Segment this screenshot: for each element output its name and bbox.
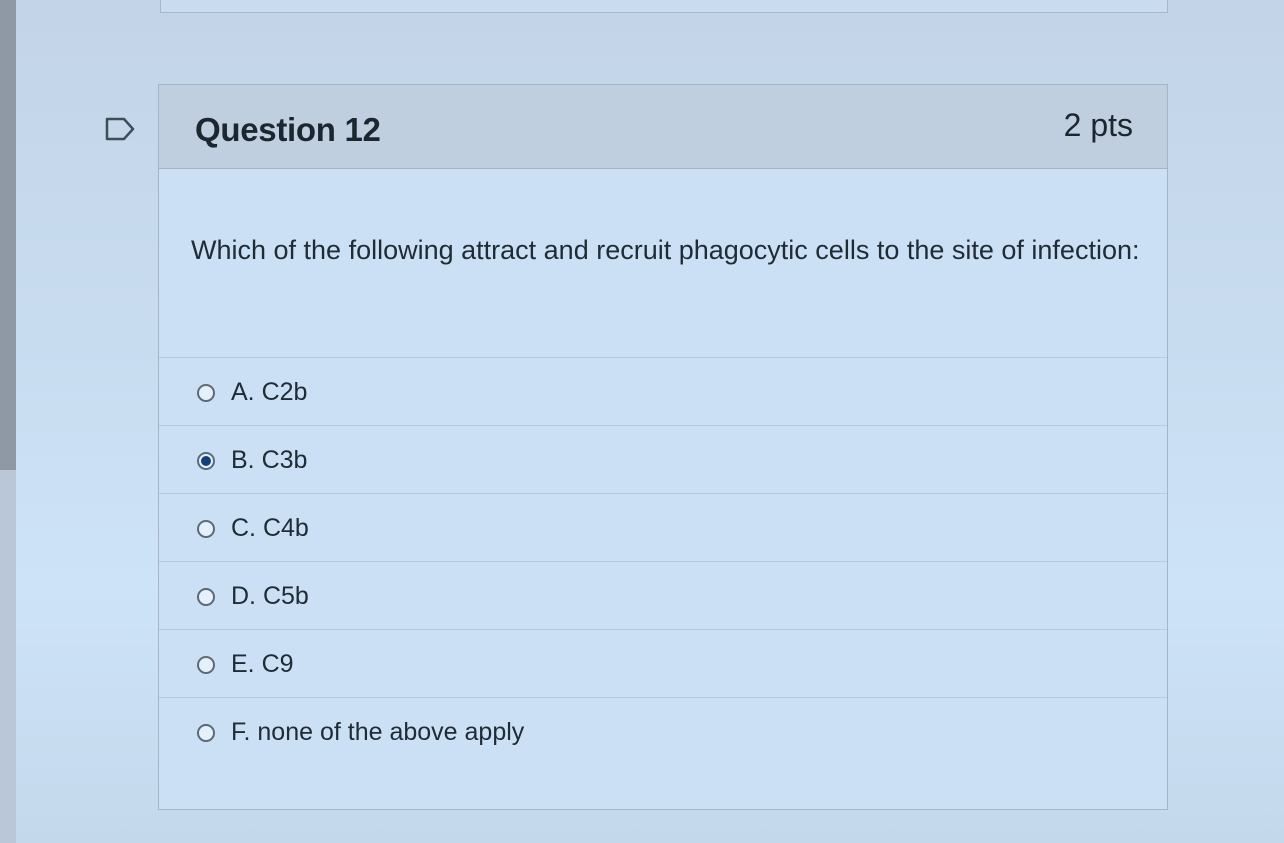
answer-option-f[interactable]: F. none of the above apply — [159, 697, 1167, 765]
answer-label[interactable]: F. none of the above apply — [231, 718, 524, 747]
radio-button[interactable] — [197, 588, 215, 606]
flag-icon[interactable] — [104, 116, 136, 142]
answer-label[interactable]: E. C9 — [231, 650, 294, 679]
question-header: Question 12 2 pts — [159, 85, 1167, 169]
answer-list: A. C2b B. C3b C. C4b D. C5b E. C9 F. non… — [159, 357, 1167, 765]
radio-button-selected[interactable] — [197, 452, 215, 470]
question-card: Question 12 2 pts Which of the following… — [158, 84, 1168, 810]
question-points: 2 pts — [1063, 107, 1133, 143]
previous-question-card — [160, 0, 1168, 13]
answer-option-c[interactable]: C. C4b — [159, 493, 1167, 561]
radio-button[interactable] — [197, 520, 215, 538]
radio-button[interactable] — [197, 656, 215, 674]
left-rail-track — [0, 470, 16, 843]
answer-label[interactable]: B. C3b — [231, 446, 307, 475]
radio-button[interactable] — [197, 384, 215, 402]
radio-button[interactable] — [197, 724, 215, 742]
answer-option-d[interactable]: D. C5b — [159, 561, 1167, 629]
answer-label[interactable]: A. C2b — [231, 378, 307, 407]
answer-label[interactable]: D. C5b — [231, 582, 309, 611]
question-text: Which of the following attract and recru… — [191, 235, 1140, 265]
answer-option-b[interactable]: B. C3b — [159, 425, 1167, 493]
answer-option-a[interactable]: A. C2b — [159, 357, 1167, 425]
question-title: Question 12 — [195, 111, 381, 148]
left-scroll-rail — [0, 0, 16, 470]
answer-option-e[interactable]: E. C9 — [159, 629, 1167, 697]
answer-label[interactable]: C. C4b — [231, 514, 309, 543]
